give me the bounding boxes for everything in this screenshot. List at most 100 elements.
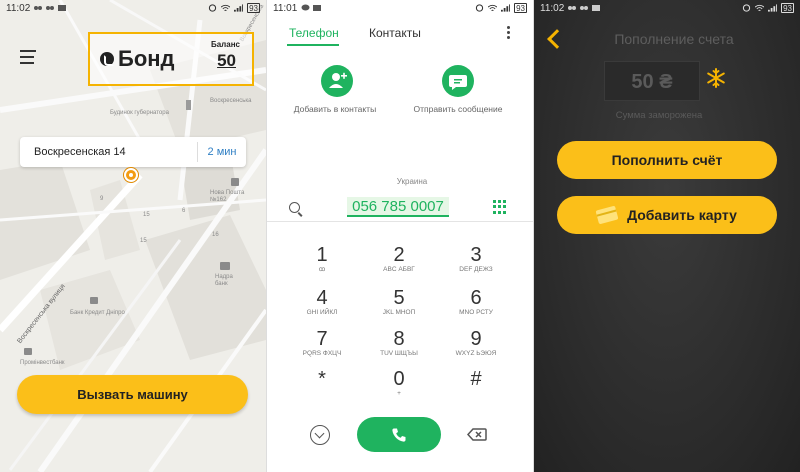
- location-pin-icon[interactable]: [124, 168, 138, 182]
- active-tab-indicator: [287, 44, 339, 46]
- key-8[interactable]: 8 TUV ШЩЪЫ: [369, 328, 429, 358]
- hamburger-menu-icon[interactable]: [20, 50, 38, 66]
- map-label-governor: Будинок губернатора: [110, 110, 169, 116]
- tab-phone[interactable]: Телефон: [289, 26, 339, 40]
- map-label-house-16: 16: [212, 232, 219, 238]
- frozen-amount-label: Сумма заморожена: [615, 110, 703, 121]
- map-label-prominvest: Промiнвестбанк: [20, 360, 65, 366]
- balance-label: Баланс: [210, 40, 240, 49]
- add-contact-label[interactable]: Добавить в контакты: [275, 104, 395, 114]
- key-9[interactable]: 9 WXYZ ЬЭЮЯ: [446, 328, 506, 358]
- notification-icons: [34, 4, 67, 12]
- phone-logo-icon: [100, 52, 114, 66]
- call-taxi-button[interactable]: Вызвать машину: [17, 375, 248, 414]
- key-hash[interactable]: #: [446, 368, 506, 390]
- collapse-keypad-icon[interactable]: [310, 425, 330, 445]
- status-time: 11:01: [273, 2, 298, 14]
- key-digit: 4: [316, 287, 328, 309]
- signal-icon: [234, 4, 244, 12]
- key-letters: JKL МНОП: [382, 309, 416, 316]
- send-message-label[interactable]: Отправить сообщение: [398, 104, 518, 114]
- key-digit: 8: [393, 328, 405, 350]
- key-letters: PQRS ФХЦЧ: [302, 350, 342, 357]
- status-time: 11:02: [540, 2, 565, 14]
- key-digit: 9: [470, 328, 482, 350]
- keypad-toggle-icon[interactable]: [493, 200, 507, 214]
- map-label-house-15: 15: [143, 212, 150, 218]
- key-letters: WXYZ ЬЭЮЯ: [455, 350, 497, 357]
- topup-button[interactable]: Пополнить счёт: [557, 141, 777, 179]
- notification-icon: [34, 6, 43, 10]
- key-star[interactable]: *: [292, 368, 352, 390]
- map-label-nova-poshta: Нова Пошта №162: [210, 190, 245, 203]
- battery-icon: 93: [247, 3, 260, 13]
- battery-icon: 93: [514, 3, 527, 13]
- phone-number-field[interactable]: 056 785 0007: [347, 197, 449, 217]
- status-bar: 11:01 93: [267, 0, 533, 16]
- notification-icon: [58, 5, 67, 11]
- alarm-icon: [742, 4, 751, 12]
- status-time: 11:02: [6, 2, 31, 14]
- map-label-house-6: 6: [182, 208, 186, 214]
- message-bubble-icon: [449, 75, 467, 90]
- signal-icon: [768, 4, 778, 12]
- key-letters: TUV ШЩЪЫ: [380, 350, 418, 357]
- notification-icon: [580, 6, 589, 10]
- pickup-address[interactable]: Воскресенская 14: [20, 146, 197, 158]
- credit-card-icon: [595, 205, 619, 225]
- add-contact-icon: [329, 72, 347, 88]
- phone-handset-icon: [392, 428, 406, 442]
- balance-value[interactable]: 50: [217, 51, 236, 71]
- snowflake-icon: [707, 68, 725, 88]
- key-digit: 6: [470, 287, 482, 309]
- key-6[interactable]: 6 MNO РСТУ: [446, 287, 506, 317]
- key-letters: DEF ДЕЖЗ: [459, 266, 493, 273]
- dialer-tabs: Телефон Контакты: [267, 22, 533, 48]
- more-options-icon[interactable]: [507, 26, 511, 41]
- key-2[interactable]: 2 ABC АБВГ: [369, 244, 429, 274]
- country-label: Украина: [396, 177, 428, 186]
- key-digit: 7: [316, 328, 328, 350]
- status-bar: 11:02 93: [0, 0, 266, 16]
- status-bar: 11:02 93: [534, 0, 800, 16]
- key-digit: *: [318, 368, 326, 390]
- map-label-street-right: Воскресенська: [210, 98, 252, 104]
- wifi-icon: [488, 4, 498, 12]
- send-message-button[interactable]: [442, 65, 474, 97]
- key-letters: ABC АБВГ: [383, 266, 415, 273]
- wifi-icon: [221, 4, 231, 12]
- alarm-icon: [208, 4, 217, 12]
- eta-label: 2 мин: [207, 146, 237, 158]
- key-4[interactable]: 4 GHI ИЙКЛ: [292, 287, 352, 317]
- key-letters: +: [397, 390, 401, 397]
- key-3[interactable]: 3 DEF ДЕЖЗ: [446, 244, 506, 274]
- call-button[interactable]: [357, 417, 441, 452]
- key-digit: 0: [393, 368, 405, 390]
- key-5[interactable]: 5 JKL МНОП: [369, 287, 429, 317]
- map-label-bank-kredit: Банк Кредит Днiпро: [70, 310, 125, 316]
- wifi-icon: [755, 4, 765, 12]
- chat-icon: [301, 4, 310, 11]
- pickup-address-card[interactable]: Воскресенская 14 2 мин: [20, 137, 246, 167]
- voicemail-icon: ꝏ: [318, 266, 326, 273]
- battery-icon: 93: [781, 3, 794, 13]
- phone-dialer-screen: 11:01 93 Телефон Контакты Добавить в кон…: [266, 0, 534, 472]
- key-0[interactable]: 0 +: [369, 368, 429, 398]
- key-digit: 3: [470, 244, 482, 266]
- key-7[interactable]: 7 PQRS ФХЦЧ: [292, 328, 352, 358]
- tab-contacts[interactable]: Контакты: [369, 26, 421, 40]
- key-digit: 5: [393, 287, 405, 309]
- add-card-button[interactable]: Добавить карту: [557, 196, 777, 234]
- map-label-house-15b: 15: [140, 238, 147, 244]
- search-icon[interactable]: [289, 202, 300, 213]
- signal-icon: [501, 4, 511, 12]
- brand-name: Бонд: [118, 46, 175, 71]
- key-letters: GHI ИЙКЛ: [306, 309, 338, 316]
- add-contact-button[interactable]: [321, 65, 353, 97]
- amount-display: 50 ₴: [604, 61, 700, 101]
- key-letters: MNO РСТУ: [459, 309, 493, 316]
- add-card-label: Добавить карту: [627, 207, 737, 223]
- key-1[interactable]: 1ꝏ: [292, 244, 352, 274]
- backspace-icon[interactable]: [467, 428, 487, 441]
- key-digit: #: [470, 368, 482, 390]
